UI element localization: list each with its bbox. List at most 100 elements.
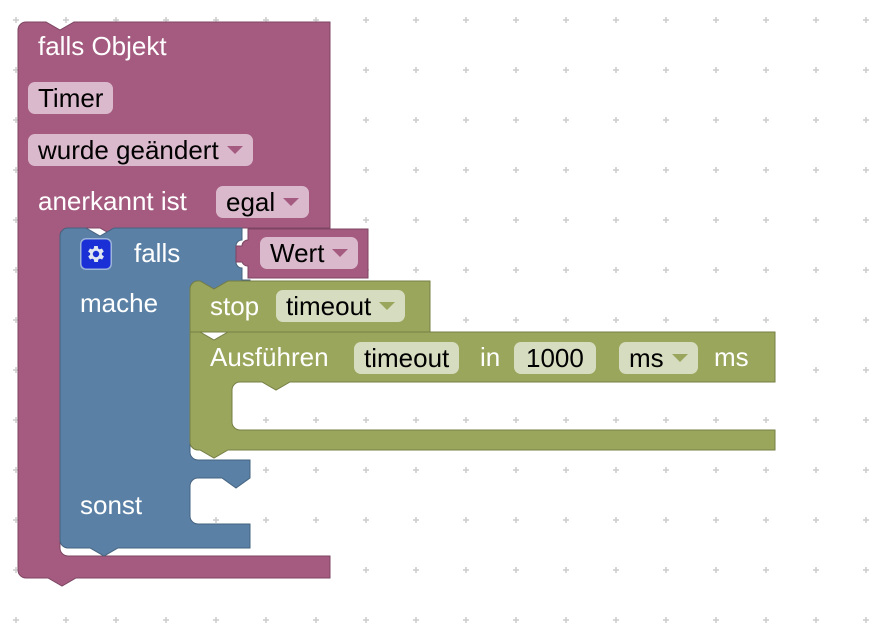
timeout-name-field[interactable]: timeout: [354, 342, 460, 374]
grid-dot: [713, 217, 719, 223]
grid-dot: [263, 517, 269, 523]
else-label: sonst: [80, 490, 143, 520]
grid-dot: [313, 617, 319, 623]
grid-dot: [863, 367, 869, 373]
grid-dot: [413, 67, 419, 73]
grid-dot: [713, 17, 719, 23]
grid-dot: [613, 617, 619, 623]
grid-dot: [813, 617, 819, 623]
grid-dot: [863, 517, 869, 523]
grid-dot: [713, 167, 719, 173]
condition-dropdown[interactable]: wurde geändert: [28, 134, 253, 166]
grid-dot: [563, 317, 569, 323]
grid-dot: [613, 517, 619, 523]
grid-dot: [363, 517, 369, 523]
grid-dot: [663, 567, 669, 573]
grid-dot: [13, 17, 19, 23]
grid-dot: [663, 467, 669, 473]
grid-dot: [313, 467, 319, 473]
grid-dot: [613, 167, 619, 173]
grid-dot: [613, 117, 619, 123]
grid-dot: [513, 267, 519, 273]
grid-dot: [863, 67, 869, 73]
grid-dot: [513, 417, 519, 423]
grid-dot: [463, 117, 469, 123]
mutator-button[interactable]: [80, 238, 112, 270]
grid-dot: [763, 317, 769, 323]
grid-dot: [363, 467, 369, 473]
dropdown-arrow-icon: [283, 198, 300, 207]
dropdown-arrow-icon: [332, 249, 349, 258]
grid-dot: [813, 217, 819, 223]
grid-dot: [563, 417, 569, 423]
grid-dot: [413, 417, 419, 423]
dropdown-arrow-icon: [671, 354, 688, 363]
grid-dot: [463, 467, 469, 473]
grid-dot: [413, 267, 419, 273]
grid-dot: [763, 417, 769, 423]
stop-timeout-dropdown[interactable]: timeout: [276, 290, 406, 322]
grid-dot: [13, 617, 19, 623]
grid-dot: [613, 467, 619, 473]
grid-dot: [263, 617, 269, 623]
grid-dot: [263, 417, 269, 423]
grid-dot: [813, 117, 819, 123]
grid-dot: [63, 17, 69, 23]
object-id-field[interactable]: Timer: [28, 82, 114, 114]
grid-dot: [763, 67, 769, 73]
object-id-value: Timer: [38, 83, 104, 113]
grid-dot: [563, 17, 569, 23]
grid-dot: [863, 167, 869, 173]
grid-dot: [613, 17, 619, 23]
blockly-workspace[interactable]: falls Objekt Timer wurde geändert anerka…: [0, 0, 884, 624]
grid-dot: [413, 517, 419, 523]
grid-dot: [813, 517, 819, 523]
grid-dot: [363, 167, 369, 173]
grid-dot: [613, 217, 619, 223]
ack-label: anerkannt ist: [38, 186, 187, 216]
grid-dot: [763, 617, 769, 623]
grid-dot: [513, 217, 519, 223]
stop-label: stop: [210, 291, 260, 321]
grid-dot: [763, 217, 769, 223]
grid-dot: [313, 417, 319, 423]
grid-dot: [563, 567, 569, 573]
grid-dot: [713, 567, 719, 573]
grid-dot: [263, 467, 269, 473]
grid-dot: [863, 17, 869, 23]
grid-dot: [163, 617, 169, 623]
grid-dot: [863, 267, 869, 273]
grid-dot: [563, 117, 569, 123]
grid-dot: [463, 317, 469, 323]
grid-dot: [413, 617, 419, 623]
grid-dot: [613, 417, 619, 423]
ack-dropdown[interactable]: egal: [216, 186, 310, 218]
ack-value: egal: [226, 187, 276, 217]
grid-dot: [213, 517, 219, 523]
grid-dot: [813, 67, 819, 73]
grid-dot: [663, 217, 669, 223]
grid-dot: [563, 267, 569, 273]
grid-dot: [463, 267, 469, 273]
unit-dropdown[interactable]: ms: [619, 342, 698, 374]
grid-dot: [363, 17, 369, 23]
grid-dot: [663, 67, 669, 73]
grid-dot: [813, 467, 819, 473]
grid-dot: [613, 267, 619, 273]
grid-dot: [763, 167, 769, 173]
grid-dot: [763, 517, 769, 523]
grid-dot: [663, 117, 669, 123]
grid-dot: [563, 467, 569, 473]
grid-dot: [363, 617, 369, 623]
grid-dot: [863, 117, 869, 123]
grid-dot: [113, 617, 119, 623]
grid-dot: [763, 267, 769, 273]
grid-dot: [513, 567, 519, 573]
grid-dot: [813, 417, 819, 423]
do-label: mache: [80, 288, 159, 318]
grid-dot: [713, 517, 719, 523]
grid-dot: [863, 467, 869, 473]
grid-dot: [463, 67, 469, 73]
delay-input[interactable]: 1000: [514, 342, 596, 374]
value-dropdown[interactable]: Wert: [260, 237, 359, 269]
